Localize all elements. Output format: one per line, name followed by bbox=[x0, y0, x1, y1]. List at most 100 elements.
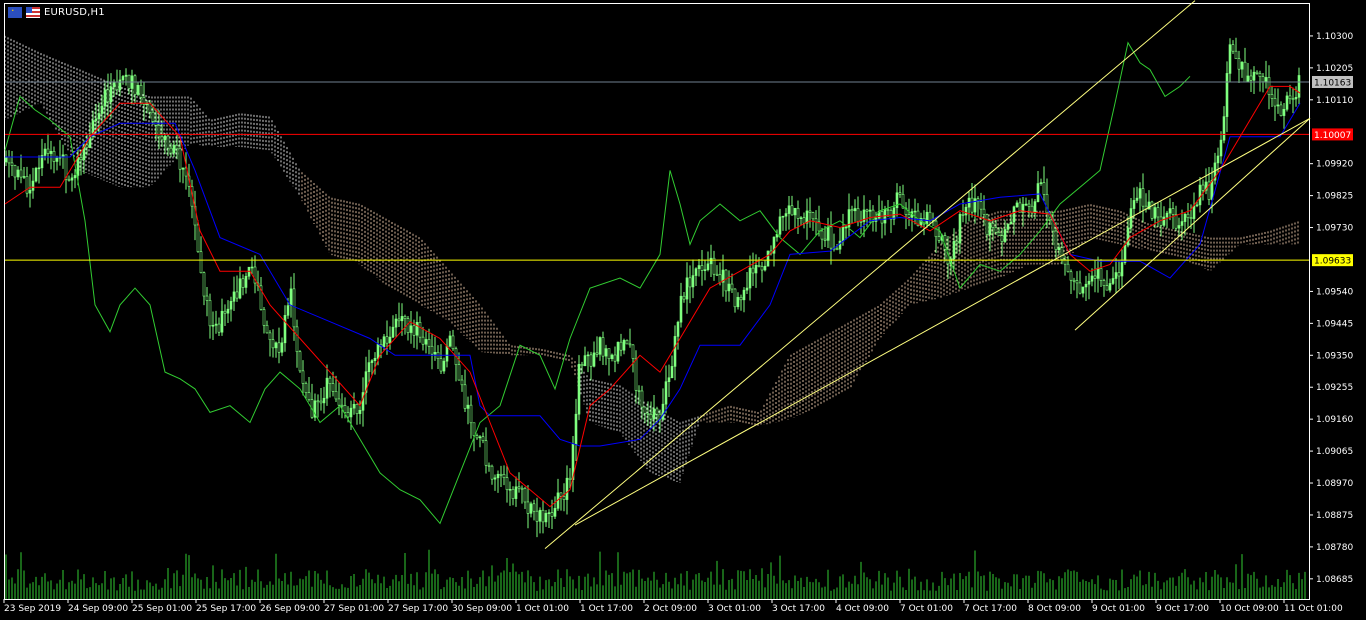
candle-body bbox=[247, 266, 251, 277]
candle-body bbox=[1153, 207, 1157, 219]
candle-body bbox=[451, 335, 455, 350]
candle-body bbox=[352, 403, 356, 409]
y-tick-label: 1.10300 bbox=[1316, 32, 1353, 42]
candle-body bbox=[793, 207, 797, 216]
candle-body bbox=[421, 336, 425, 345]
candle-body bbox=[1231, 44, 1235, 52]
x-tick-label: 1 Oct 17:00 bbox=[580, 604, 633, 614]
candle-body bbox=[1186, 213, 1190, 218]
candle-body bbox=[1141, 188, 1145, 207]
candle-body bbox=[538, 509, 542, 522]
candle-body bbox=[757, 264, 761, 267]
candle-body bbox=[1294, 97, 1298, 100]
candle-body bbox=[574, 413, 578, 445]
candle-body bbox=[511, 488, 515, 499]
candle-body bbox=[1000, 235, 1004, 242]
candle-body bbox=[1003, 229, 1007, 242]
candle-body bbox=[301, 370, 305, 384]
x-tick-label: 4 Oct 09:00 bbox=[836, 604, 889, 614]
candle-body bbox=[1054, 230, 1058, 251]
candle-body bbox=[907, 214, 911, 218]
candle-body bbox=[580, 364, 584, 367]
candle-body bbox=[502, 474, 506, 478]
candle-body bbox=[1228, 44, 1232, 74]
x-tick-label: 8 Oct 09:00 bbox=[1028, 604, 1081, 614]
candle-body bbox=[349, 407, 353, 418]
candle-body bbox=[1090, 275, 1094, 282]
candle-body bbox=[1246, 75, 1250, 83]
candle-body bbox=[4, 156, 8, 163]
candle-body bbox=[955, 240, 959, 244]
candle-body bbox=[1189, 217, 1193, 219]
price-axis[interactable]: 1.10300 1.10205 1.10110 1.09920 1.09825 1.097… bbox=[1309, 32, 1353, 585]
candle-body bbox=[1060, 247, 1064, 260]
candle-body bbox=[802, 217, 806, 224]
candle-body bbox=[1288, 95, 1292, 100]
time-axis[interactable]: 23 Sep 2019 24 Sep 09:00 25 Sep 01:00 25 Se… bbox=[3, 599, 1343, 614]
candle-body bbox=[649, 414, 653, 420]
candle-body bbox=[1135, 197, 1139, 201]
candle-body bbox=[1114, 272, 1118, 279]
x-tick-label: 27 Sep 01:00 bbox=[324, 604, 384, 614]
candle-body bbox=[1015, 202, 1019, 208]
candle-body bbox=[205, 295, 209, 301]
candle-body bbox=[637, 390, 641, 392]
candle-body bbox=[166, 135, 170, 149]
candle-body bbox=[229, 301, 233, 310]
x-tick-label: 25 Sep 17:00 bbox=[196, 604, 256, 614]
candle-body bbox=[355, 403, 359, 414]
candle-body bbox=[607, 348, 611, 360]
candle-body bbox=[727, 283, 731, 292]
candle-body bbox=[1087, 280, 1091, 285]
candle-body bbox=[1273, 98, 1277, 107]
candle-body bbox=[445, 345, 449, 362]
candle-body bbox=[448, 335, 452, 347]
candle-body bbox=[892, 207, 896, 220]
candle-body bbox=[427, 339, 431, 347]
candle-body bbox=[1132, 200, 1136, 209]
candle-body bbox=[382, 336, 386, 348]
candle-body bbox=[583, 355, 587, 367]
candle-body bbox=[232, 291, 236, 302]
candle-body bbox=[172, 145, 176, 154]
candle-body bbox=[592, 352, 596, 367]
candle-body bbox=[745, 287, 749, 291]
candle-body bbox=[994, 227, 998, 233]
candle-body bbox=[865, 209, 869, 212]
candle-body bbox=[1255, 71, 1259, 74]
candle-body bbox=[577, 364, 581, 415]
candle-body bbox=[508, 488, 512, 491]
candle-body bbox=[808, 210, 812, 213]
candle-body bbox=[1093, 275, 1097, 279]
x-tick-label: 27 Sep 17:00 bbox=[388, 604, 448, 614]
y-tick-label: 1.09730 bbox=[1316, 224, 1353, 234]
candle-body bbox=[838, 240, 842, 250]
candle-body bbox=[640, 390, 644, 408]
candle-body bbox=[703, 269, 707, 271]
candle-body bbox=[478, 436, 482, 439]
chart-canvas[interactable]: 1.101631.100071.09633 1.103001.102051.10… bbox=[0, 0, 1366, 620]
candle-body bbox=[241, 278, 245, 288]
price-tag-label: 1.10007 bbox=[1314, 131, 1351, 141]
candle-body bbox=[1126, 227, 1130, 246]
candle-body bbox=[460, 379, 464, 386]
candle-body bbox=[952, 240, 956, 260]
candle-body bbox=[226, 308, 230, 314]
candle-body bbox=[1105, 285, 1109, 291]
candle-body bbox=[178, 148, 182, 170]
candle-body bbox=[199, 251, 203, 274]
candle-body bbox=[181, 167, 185, 170]
candle-body bbox=[523, 488, 527, 503]
candle-body bbox=[25, 176, 29, 194]
candle-body bbox=[139, 85, 143, 98]
candle-body bbox=[100, 105, 104, 114]
candle-body bbox=[1216, 155, 1220, 164]
candle-body bbox=[715, 273, 719, 276]
candle-body bbox=[541, 509, 545, 523]
candle-body bbox=[835, 248, 839, 251]
candle-body bbox=[1237, 58, 1241, 70]
candle-body bbox=[475, 435, 479, 439]
candle-body bbox=[739, 296, 743, 301]
candle-body bbox=[265, 325, 269, 334]
candle-body bbox=[826, 226, 830, 241]
